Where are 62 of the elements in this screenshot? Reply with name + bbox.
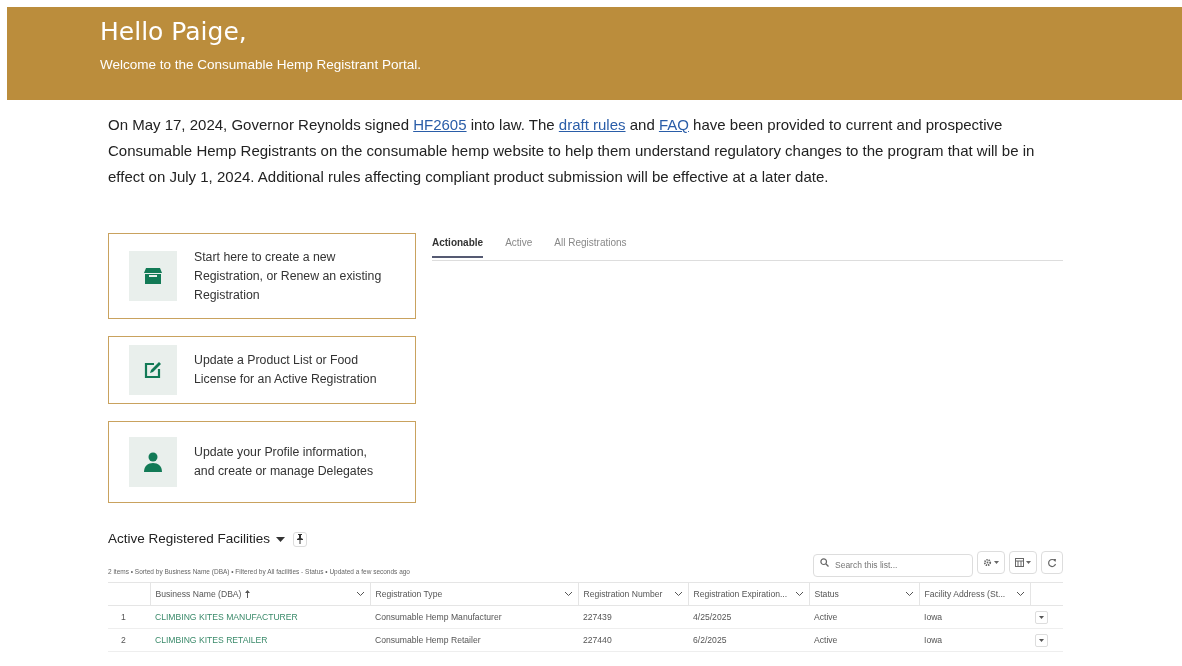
tab[interactable]: Actionable — [432, 233, 484, 258]
list-view-title: Active Registered Facilities — [108, 530, 271, 548]
welcome-subtitle: Welcome to the Consumable Hemp Registrant Portal. — [100, 56, 421, 74]
caret-icon — [1039, 615, 1044, 619]
table-cell: Active — [814, 611, 838, 622]
settings-button[interactable] — [977, 551, 1005, 575]
card-text: Update your Profile information, and create or manage Delegates — [194, 444, 375, 480]
search-field[interactable]: Search this list... — [813, 553, 973, 577]
display-as-button[interactable] — [1009, 551, 1037, 575]
table-cell: 227439 — [583, 611, 612, 622]
card-text: Update a Product List or Food License for an Active Registration — [194, 352, 378, 388]
action-card[interactable]: Update a Product List or Food License for an Active Registration — [108, 336, 416, 404]
card-text: Start here to create a new Registration, or Renew an existing Registration — [194, 248, 383, 304]
table-cell: 227440 — [583, 634, 612, 645]
greeting-heading: Hello Paige, — [100, 16, 247, 48]
table-cell: Iowa — [924, 611, 943, 622]
inline-link[interactable]: FAQ — [658, 116, 689, 133]
sort-ascending-icon — [245, 590, 251, 599]
table-cell: Consumable Hemp Retailer — [375, 634, 481, 645]
caret-icon[interactable] — [355, 591, 365, 598]
column-header[interactable]: Business Name (DBA) — [150, 582, 370, 606]
caret-icon[interactable] — [904, 591, 914, 598]
tab[interactable]: Active — [505, 233, 533, 258]
column-header[interactable]: Registration Expiration... — [688, 582, 809, 606]
announcement-text: On May 17, 2024, Governor Reynolds signed HF2605 into law. The draft rules and FAQ have been provided to current and prospective Consumable Hemp Registrants on the consumable hemp website to help them understand regulatory changes to the program that will be in effect on July 1, 2024. Additional rules affecting compliant product submission will be effective at a later date. — [108, 115, 1036, 187]
caret-icon[interactable] — [794, 591, 804, 598]
table-icon — [1015, 558, 1024, 568]
pin-icon — [297, 534, 304, 545]
caret-icon[interactable] — [563, 591, 573, 598]
row-number: 1 — [121, 611, 126, 622]
column-header[interactable]: Facility Address (St... — [919, 582, 1030, 606]
refresh-icon — [1047, 557, 1057, 568]
search-icon — [820, 558, 829, 568]
action-card[interactable]: Start here to create a new Registration, or Renew an existing Registration — [108, 233, 416, 319]
refresh-button[interactable] — [1041, 551, 1063, 575]
inline-link[interactable]: draft rules — [558, 116, 626, 133]
column-header[interactable]: Registration Number — [578, 582, 688, 606]
caret-icon — [1039, 638, 1044, 642]
table-cell: Active — [814, 634, 838, 645]
business-name-link[interactable]: CLIMBING KITES MANUFACTURER — [155, 611, 298, 622]
person-icon — [144, 452, 162, 472]
table-cell: Consumable Hemp Manufacturer — [375, 611, 502, 622]
column-header[interactable]: Registration Type — [370, 582, 578, 606]
caret-icon — [994, 561, 999, 565]
row-number: 2 — [121, 634, 126, 645]
caret-icon — [1026, 561, 1031, 565]
table-cell: 4/25/2025 — [693, 611, 732, 622]
gear-icon — [983, 558, 992, 568]
row-actions-button[interactable] — [1035, 610, 1048, 624]
table-cell: 6/2/2025 — [693, 634, 727, 645]
edit-icon — [144, 361, 162, 379]
inline-link[interactable]: HF2605 — [413, 116, 467, 133]
dropdown-icon[interactable] — [276, 535, 286, 543]
pin-button[interactable] — [293, 531, 308, 547]
action-card[interactable]: Update your Profile information, and create or manage Delegates — [108, 421, 416, 503]
column-header[interactable]: Status — [809, 582, 919, 606]
tab[interactable]: All Registrations — [554, 233, 627, 258]
caret-icon[interactable] — [673, 591, 683, 598]
caret-icon[interactable] — [1015, 591, 1025, 598]
table-cell: Iowa — [924, 634, 943, 645]
row-actions-button[interactable] — [1035, 633, 1048, 647]
business-name-link[interactable]: CLIMBING KITES RETAILER — [155, 634, 268, 645]
